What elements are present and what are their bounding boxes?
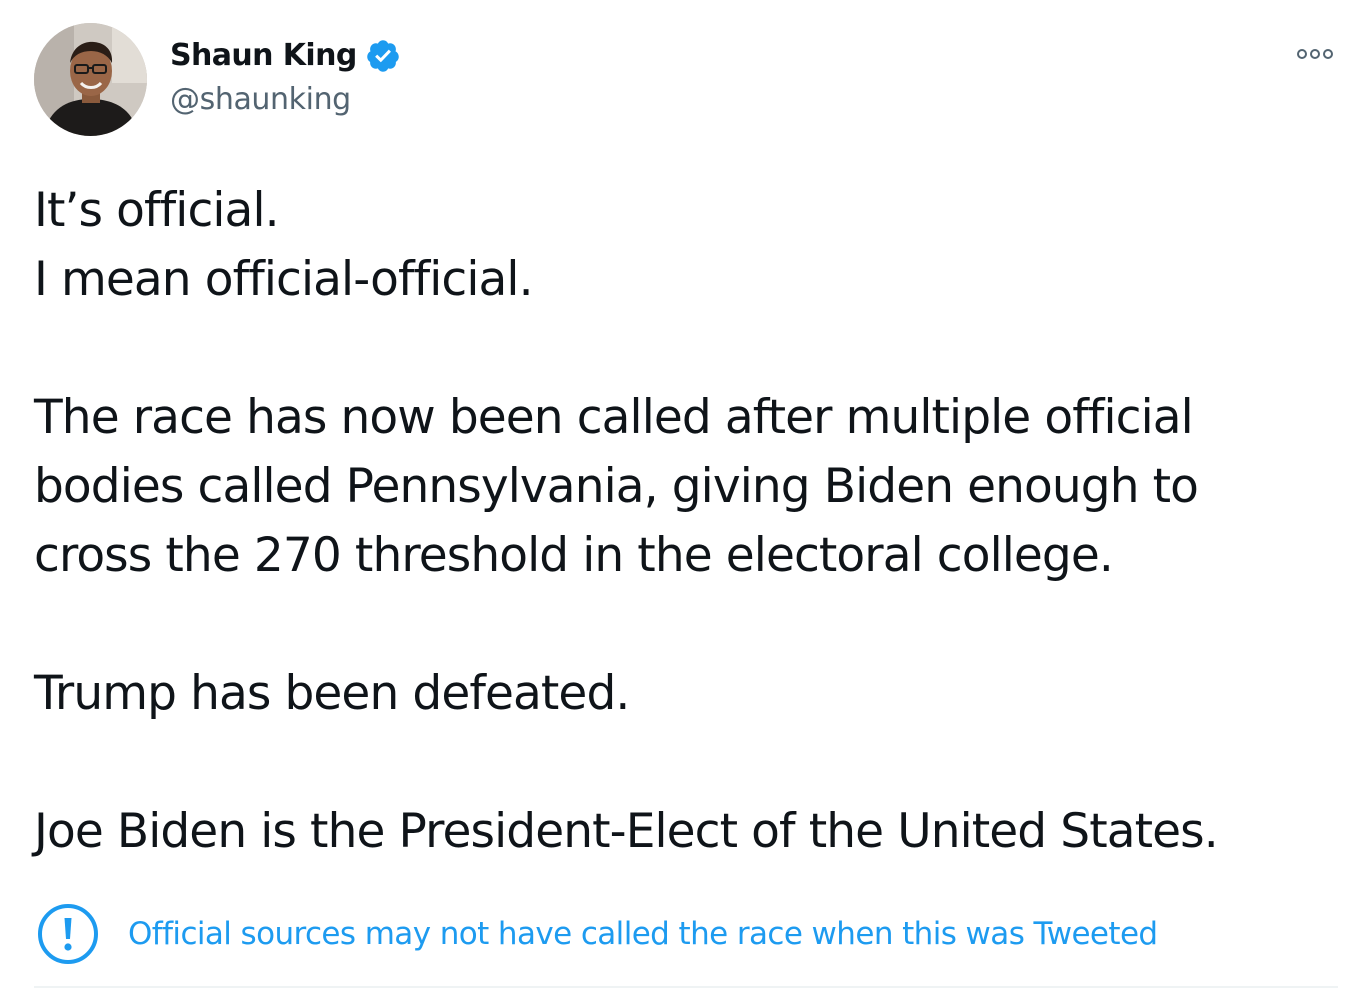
tweet-text: It’s official. I mean official-official.… xyxy=(34,176,1334,866)
more-options-button[interactable] xyxy=(1290,40,1340,68)
display-name[interactable]: Shaun King xyxy=(170,36,357,76)
tweet-card: Shaun King @shaunking It’s official. I m… xyxy=(0,0,1372,1000)
election-notice-link[interactable]: Official sources may not have called the… xyxy=(36,902,1158,966)
tweet-line: Joe Biden is the President-Elect of the … xyxy=(34,804,1219,859)
user-handle[interactable]: @shaunking xyxy=(170,80,351,120)
tweet-line: It’s official. xyxy=(34,183,280,238)
more-options-icon xyxy=(1297,49,1333,59)
notice-text: Official sources may not have called the… xyxy=(128,916,1158,952)
tweet-line: Trump has been defeated. xyxy=(34,666,630,721)
tweet-line: The race has now been called after multi… xyxy=(34,390,1194,445)
exclamation-circle-icon xyxy=(38,904,98,964)
avatar-photo xyxy=(34,23,147,136)
tweet-line: I mean official-official. xyxy=(34,252,534,307)
tweet-line: cross the 270 threshold in the electoral… xyxy=(34,528,1114,583)
verified-badge-icon xyxy=(365,38,401,74)
divider xyxy=(34,986,1338,988)
avatar[interactable] xyxy=(34,23,147,136)
tweet-line: bodies called Pennsylvania, giving Biden… xyxy=(34,459,1199,514)
user-name-row: Shaun King xyxy=(170,36,401,76)
